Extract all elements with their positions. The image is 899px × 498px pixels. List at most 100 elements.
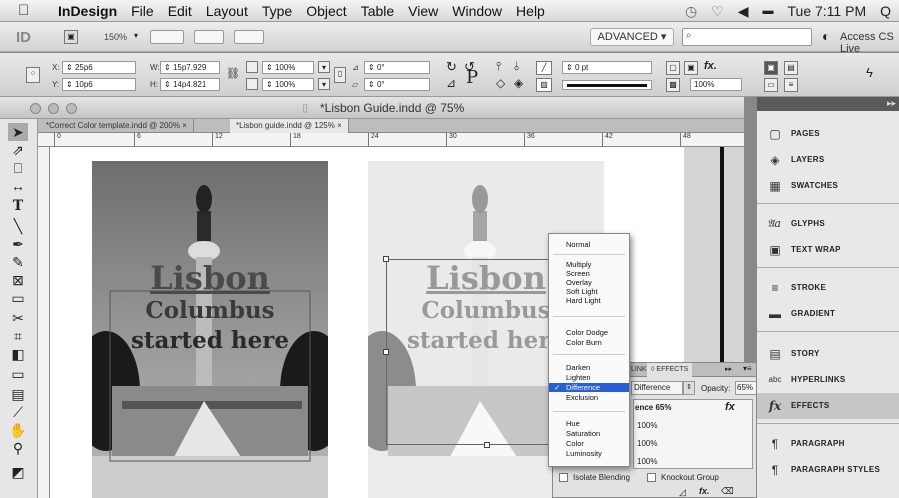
zoom-level[interactable]: 150%: [104, 32, 127, 42]
zoom-window-button[interactable]: [66, 103, 77, 114]
panel-text-wrap[interactable]: ▣ TEXT WRAP: [757, 237, 899, 263]
frame-handle[interactable]: [484, 442, 490, 448]
height-field[interactable]: ⇕ 14p4.821: [160, 78, 220, 91]
panel-pages[interactable]: ▢ PAGES: [757, 121, 899, 147]
blend-mode-select[interactable]: Difference: [631, 381, 683, 395]
selection-tool-icon[interactable]: ➤: [8, 123, 28, 141]
menu-type[interactable]: Type: [262, 3, 292, 19]
blend-option-saturation[interactable]: Saturation: [549, 429, 629, 438]
pencil-tool-icon[interactable]: ✎: [8, 253, 28, 271]
workspace-switcher[interactable]: ADVANCED ▾: [590, 28, 674, 46]
eyedropper-tool-icon[interactable]: ⟋: [8, 403, 28, 421]
gradient-swatch-tool-icon[interactable]: ◧: [8, 345, 28, 363]
drop-shadow-icon[interactable]: ▩: [666, 78, 680, 92]
note-tool-icon[interactable]: ▤: [8, 385, 28, 403]
screen-mode-button[interactable]: [194, 30, 224, 44]
quick-apply-icon[interactable]: ϟ: [866, 65, 873, 80]
lisbon-photo-left[interactable]: Lisbon Columbus started here: [92, 161, 328, 498]
rotate-field[interactable]: ⇕ 0°: [364, 61, 430, 74]
time-machine-icon[interactable]: ◷: [685, 3, 697, 20]
select-container-icon[interactable]: ◇: [496, 76, 505, 90]
rectangle-tool-icon[interactable]: ▭: [8, 289, 28, 307]
scissors-tool-icon[interactable]: ✂: [8, 309, 28, 327]
blend-option-difference[interactable]: ✓ Difference: [549, 383, 629, 392]
apple-menu-icon[interactable]: : [18, 2, 38, 19]
menu-window[interactable]: Window: [452, 3, 502, 19]
collapse-dock-icon[interactable]: ▸▸: [887, 98, 896, 109]
constrain-proportions-icon[interactable]: ⛓: [226, 67, 240, 80]
blend-option-color-burn[interactable]: Color Burn: [549, 338, 629, 347]
panel-hyperlinks[interactable]: abc HYPERLINKS: [757, 367, 899, 393]
stroke-weight-field[interactable]: ⇕ 0 pt: [562, 61, 652, 74]
clear-effects-icon[interactable]: ◿: [679, 487, 686, 498]
fit-frame-icon[interactable]: ▣: [684, 61, 698, 75]
view-options-button[interactable]: [150, 30, 184, 44]
volume-icon[interactable]: ◀: [738, 3, 749, 20]
rotate-90-cw-icon[interactable]: ↻: [446, 59, 457, 75]
tab-effects[interactable]: ◊ EFFECTS: [647, 363, 693, 377]
frame-handle[interactable]: [383, 349, 389, 355]
align-icon[interactable]: ▭: [764, 78, 778, 92]
blend-option-soft-light[interactable]: Soft Light: [549, 287, 629, 296]
menu-view[interactable]: View: [408, 3, 438, 19]
bridge-icon[interactable]: ▣: [64, 30, 78, 44]
blend-option-hard-light[interactable]: Hard Light: [549, 296, 629, 305]
zoom-dropdown-icon[interactable]: ▾: [134, 31, 138, 40]
fitting-icon[interactable]: ▢: [666, 61, 680, 75]
panel-gradient[interactable]: ▬ GRADIENT: [757, 301, 899, 327]
flip-horizontal-icon[interactable]: ⫯: [496, 59, 501, 74]
y-field[interactable]: ⇕ 10p6: [62, 78, 136, 91]
shear-field[interactable]: ⇕ 0°: [364, 78, 430, 91]
cs-live-button[interactable]: Access CS Live: [840, 31, 899, 55]
opacity-field[interactable]: 100%: [690, 78, 742, 91]
text-effect-row[interactable]: 100%: [637, 457, 657, 466]
panel-collapse-icon[interactable]: ▸▸: [725, 365, 732, 373]
page-tool-icon[interactable]: ⎕: [8, 159, 28, 177]
tab-lisbon-guide[interactable]: *Lisbon guide.indd @ 125% ×: [230, 119, 349, 133]
blend-option-exclusion[interactable]: Exclusion: [549, 393, 629, 402]
blend-option-darken[interactable]: Darken: [549, 363, 629, 372]
fill-swatch[interactable]: ╱: [536, 61, 552, 75]
rectangle-frame-tool-icon[interactable]: ⊠: [8, 271, 28, 289]
hand-tool-icon[interactable]: ✋: [8, 421, 28, 439]
blend-option-normal[interactable]: Normal: [549, 240, 629, 249]
blend-option-luminosity[interactable]: Luminosity: [549, 449, 629, 458]
blend-mode-dropdown-icon[interactable]: ⇕: [683, 381, 695, 395]
blend-option-screen[interactable]: Screen: [549, 269, 629, 278]
width-field[interactable]: ⇕ 15p7.929: [160, 61, 220, 74]
minimize-window-button[interactable]: [48, 103, 59, 114]
panel-glyphs[interactable]: 𝔄a GLYPHS: [757, 211, 899, 237]
select-content-icon[interactable]: ◈: [514, 76, 523, 90]
panel-paragraph-styles[interactable]: ¶ PARAGRAPH STYLES: [757, 457, 899, 483]
spotlight-icon[interactable]: Q: [880, 3, 891, 19]
frame-handle[interactable]: [383, 256, 389, 262]
blend-option-hue[interactable]: Hue: [549, 419, 629, 428]
menu-file[interactable]: File: [131, 3, 154, 19]
proportions-lock-icon[interactable]: ▯: [334, 67, 346, 83]
blend-option-color[interactable]: Color: [549, 439, 629, 448]
blend-option-multiply[interactable]: Multiply: [549, 260, 629, 269]
menu-help[interactable]: Help: [516, 3, 545, 19]
fill-stroke-icon[interactable]: ◩: [8, 463, 28, 481]
panel-menu-icon[interactable]: ▤: [784, 61, 798, 75]
gradient-feather-tool-icon[interactable]: ▭: [8, 365, 28, 383]
panel-menu-icon[interactable]: ▾≡: [743, 364, 752, 373]
panel-story[interactable]: ▤ STORY: [757, 341, 899, 367]
scale-y-dropdown[interactable]: ▾: [318, 78, 330, 90]
x-field[interactable]: ⇕ 25p6: [62, 61, 136, 74]
stroke-swatch[interactable]: ▨: [536, 78, 552, 92]
close-window-button[interactable]: [30, 103, 41, 114]
flip-vertical-icon[interactable]: ⫰: [514, 59, 519, 74]
line-tool-icon[interactable]: ╲: [8, 217, 28, 235]
scale-y-field[interactable]: ⇕ 100%: [262, 78, 314, 91]
free-transform-tool-icon[interactable]: ⌗: [8, 327, 28, 345]
scale-x-field[interactable]: ⇕ 100%: [262, 61, 314, 74]
menu-app[interactable]: InDesign: [58, 3, 117, 19]
display-icon[interactable]: ▬: [763, 5, 774, 17]
arrange-documents-button[interactable]: [234, 30, 264, 44]
panel-stroke[interactable]: ≡ STROKE: [757, 275, 899, 301]
stroke-type-dropdown[interactable]: [562, 80, 652, 90]
type-tool-icon[interactable]: T: [8, 197, 28, 215]
gap-tool-icon[interactable]: ↔: [8, 177, 28, 195]
isolate-blending-checkbox[interactable]: [559, 473, 568, 482]
